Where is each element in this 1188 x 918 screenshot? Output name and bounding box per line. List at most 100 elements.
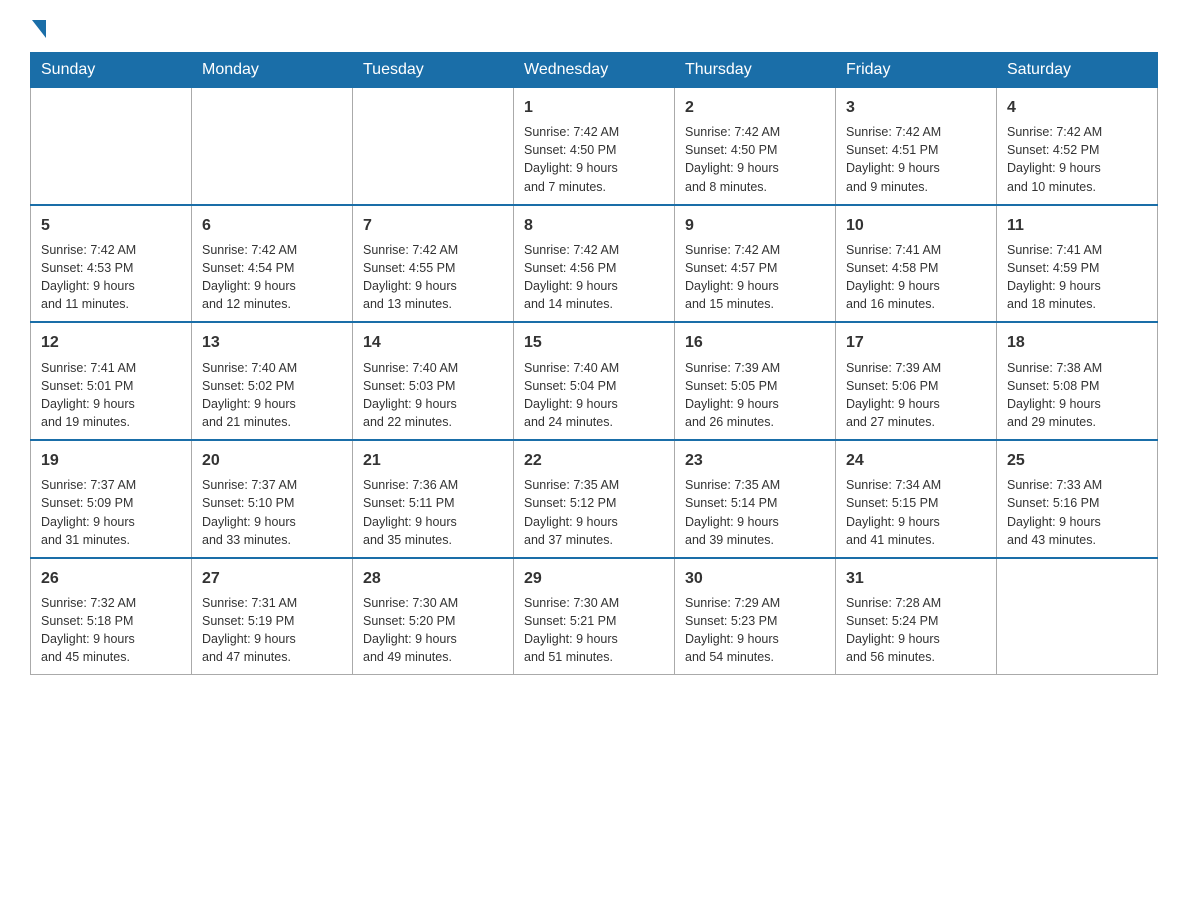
calendar-cell: 26 Sunrise: 7:32 AM Sunset: 5:18 PM Dayli… (31, 558, 192, 675)
day-number: 19 (41, 449, 181, 472)
day-number: 23 (685, 449, 825, 472)
day-number: 1 (524, 96, 664, 119)
page-header (30, 20, 1158, 34)
day-info: Sunrise: 7:28 AM Sunset: 5:24 PM Dayligh… (846, 594, 986, 667)
calendar-cell: 19 Sunrise: 7:37 AM Sunset: 5:09 PM Dayli… (31, 440, 192, 558)
day-info: Sunrise: 7:32 AM Sunset: 5:18 PM Dayligh… (41, 594, 181, 667)
calendar-table: SundayMondayTuesdayWednesdayThursdayFrid… (30, 52, 1158, 675)
day-number: 17 (846, 331, 986, 354)
day-info: Sunrise: 7:37 AM Sunset: 5:10 PM Dayligh… (202, 476, 342, 549)
day-number: 11 (1007, 214, 1147, 237)
calendar-cell: 10Sunrise: 7:41 AM Sunset: 4:58 PM Dayli… (836, 205, 997, 323)
day-info: Sunrise: 7:42 AM Sunset: 4:51 PM Dayligh… (846, 123, 986, 196)
day-info: Sunrise: 7:29 AM Sunset: 5:23 PM Dayligh… (685, 594, 825, 667)
day-number: 4 (1007, 96, 1147, 119)
logo-arrow-icon (32, 20, 46, 38)
day-info: Sunrise: 7:41 AM Sunset: 5:01 PM Dayligh… (41, 359, 181, 432)
day-info: Sunrise: 7:35 AM Sunset: 5:12 PM Dayligh… (524, 476, 664, 549)
week-row-3: 12 Sunrise: 7:41 AM Sunset: 5:01 PM Dayli… (31, 322, 1158, 440)
calendar-cell (31, 88, 192, 205)
calendar-cell: 1 Sunrise: 7:42 AM Sunset: 4:50 PM Daylig… (514, 88, 675, 205)
week-row-2: 5Sunrise: 7:42 AM Sunset: 4:53 PM Daylig… (31, 205, 1158, 323)
weekday-header-saturday: Saturday (997, 53, 1158, 88)
day-info: Sunrise: 7:42 AM Sunset: 4:56 PM Dayligh… (524, 241, 664, 314)
calendar-cell: 7Sunrise: 7:42 AM Sunset: 4:55 PM Daylig… (353, 205, 514, 323)
day-number: 24 (846, 449, 986, 472)
day-info: Sunrise: 7:36 AM Sunset: 5:11 PM Dayligh… (363, 476, 503, 549)
day-info: Sunrise: 7:40 AM Sunset: 5:02 PM Dayligh… (202, 359, 342, 432)
day-number: 6 (202, 214, 342, 237)
day-info: Sunrise: 7:41 AM Sunset: 4:59 PM Dayligh… (1007, 241, 1147, 314)
day-info: Sunrise: 7:42 AM Sunset: 4:50 PM Dayligh… (685, 123, 825, 196)
calendar-cell: 14 Sunrise: 7:40 AM Sunset: 5:03 PM Dayli… (353, 322, 514, 440)
day-number: 26 (41, 567, 181, 590)
day-number: 28 (363, 567, 503, 590)
day-number: 31 (846, 567, 986, 590)
calendar-cell: 9Sunrise: 7:42 AM Sunset: 4:57 PM Daylig… (675, 205, 836, 323)
day-info: Sunrise: 7:40 AM Sunset: 5:04 PM Dayligh… (524, 359, 664, 432)
weekday-header-monday: Monday (192, 53, 353, 88)
day-number: 25 (1007, 449, 1147, 472)
weekday-header-thursday: Thursday (675, 53, 836, 88)
day-number: 15 (524, 331, 664, 354)
day-info: Sunrise: 7:39 AM Sunset: 5:06 PM Dayligh… (846, 359, 986, 432)
day-number: 27 (202, 567, 342, 590)
day-number: 14 (363, 331, 503, 354)
calendar-cell: 17 Sunrise: 7:39 AM Sunset: 5:06 PM Dayli… (836, 322, 997, 440)
day-number: 8 (524, 214, 664, 237)
day-info: Sunrise: 7:42 AM Sunset: 4:55 PM Dayligh… (363, 241, 503, 314)
calendar-cell: 21 Sunrise: 7:36 AM Sunset: 5:11 PM Dayli… (353, 440, 514, 558)
calendar-cell (997, 558, 1158, 675)
weekday-header-row: SundayMondayTuesdayWednesdayThursdayFrid… (31, 53, 1158, 88)
calendar-cell: 25 Sunrise: 7:33 AM Sunset: 5:16 PM Dayli… (997, 440, 1158, 558)
calendar-cell: 13 Sunrise: 7:40 AM Sunset: 5:02 PM Dayli… (192, 322, 353, 440)
day-info: Sunrise: 7:42 AM Sunset: 4:52 PM Dayligh… (1007, 123, 1147, 196)
calendar-cell: 3Sunrise: 7:42 AM Sunset: 4:51 PM Daylig… (836, 88, 997, 205)
calendar-cell: 22 Sunrise: 7:35 AM Sunset: 5:12 PM Dayli… (514, 440, 675, 558)
week-row-1: 1 Sunrise: 7:42 AM Sunset: 4:50 PM Daylig… (31, 88, 1158, 205)
day-number: 29 (524, 567, 664, 590)
day-info: Sunrise: 7:33 AM Sunset: 5:16 PM Dayligh… (1007, 476, 1147, 549)
calendar-cell: 28Sunrise: 7:30 AM Sunset: 5:20 PM Dayli… (353, 558, 514, 675)
calendar-cell: 5Sunrise: 7:42 AM Sunset: 4:53 PM Daylig… (31, 205, 192, 323)
day-info: Sunrise: 7:30 AM Sunset: 5:21 PM Dayligh… (524, 594, 664, 667)
calendar-cell: 18 Sunrise: 7:38 AM Sunset: 5:08 PM Dayli… (997, 322, 1158, 440)
calendar-cell: 24 Sunrise: 7:34 AM Sunset: 5:15 PM Dayli… (836, 440, 997, 558)
day-info: Sunrise: 7:41 AM Sunset: 4:58 PM Dayligh… (846, 241, 986, 314)
calendar-cell: 11 Sunrise: 7:41 AM Sunset: 4:59 PM Dayli… (997, 205, 1158, 323)
day-info: Sunrise: 7:35 AM Sunset: 5:14 PM Dayligh… (685, 476, 825, 549)
day-number: 13 (202, 331, 342, 354)
day-number: 2 (685, 96, 825, 119)
day-info: Sunrise: 7:42 AM Sunset: 4:54 PM Dayligh… (202, 241, 342, 314)
calendar-cell: 16 Sunrise: 7:39 AM Sunset: 5:05 PM Dayli… (675, 322, 836, 440)
day-info: Sunrise: 7:42 AM Sunset: 4:50 PM Dayligh… (524, 123, 664, 196)
day-number: 18 (1007, 331, 1147, 354)
day-info: Sunrise: 7:38 AM Sunset: 5:08 PM Dayligh… (1007, 359, 1147, 432)
weekday-header-tuesday: Tuesday (353, 53, 514, 88)
day-number: 20 (202, 449, 342, 472)
logo (30, 20, 48, 34)
day-number: 9 (685, 214, 825, 237)
calendar-cell: 12 Sunrise: 7:41 AM Sunset: 5:01 PM Dayli… (31, 322, 192, 440)
day-info: Sunrise: 7:34 AM Sunset: 5:15 PM Dayligh… (846, 476, 986, 549)
day-info: Sunrise: 7:31 AM Sunset: 5:19 PM Dayligh… (202, 594, 342, 667)
day-info: Sunrise: 7:39 AM Sunset: 5:05 PM Dayligh… (685, 359, 825, 432)
day-info: Sunrise: 7:37 AM Sunset: 5:09 PM Dayligh… (41, 476, 181, 549)
calendar-cell: 29 Sunrise: 7:30 AM Sunset: 5:21 PM Dayli… (514, 558, 675, 675)
calendar-cell: 2 Sunrise: 7:42 AM Sunset: 4:50 PM Daylig… (675, 88, 836, 205)
day-number: 21 (363, 449, 503, 472)
week-row-5: 26 Sunrise: 7:32 AM Sunset: 5:18 PM Dayli… (31, 558, 1158, 675)
calendar-cell (353, 88, 514, 205)
day-info: Sunrise: 7:40 AM Sunset: 5:03 PM Dayligh… (363, 359, 503, 432)
week-row-4: 19 Sunrise: 7:37 AM Sunset: 5:09 PM Dayli… (31, 440, 1158, 558)
calendar-cell: 31 Sunrise: 7:28 AM Sunset: 5:24 PM Dayli… (836, 558, 997, 675)
day-number: 22 (524, 449, 664, 472)
day-number: 16 (685, 331, 825, 354)
weekday-header-wednesday: Wednesday (514, 53, 675, 88)
day-number: 30 (685, 567, 825, 590)
calendar-cell: 6 Sunrise: 7:42 AM Sunset: 4:54 PM Daylig… (192, 205, 353, 323)
calendar-cell: 23 Sunrise: 7:35 AM Sunset: 5:14 PM Dayli… (675, 440, 836, 558)
weekday-header-sunday: Sunday (31, 53, 192, 88)
day-number: 12 (41, 331, 181, 354)
weekday-header-friday: Friday (836, 53, 997, 88)
